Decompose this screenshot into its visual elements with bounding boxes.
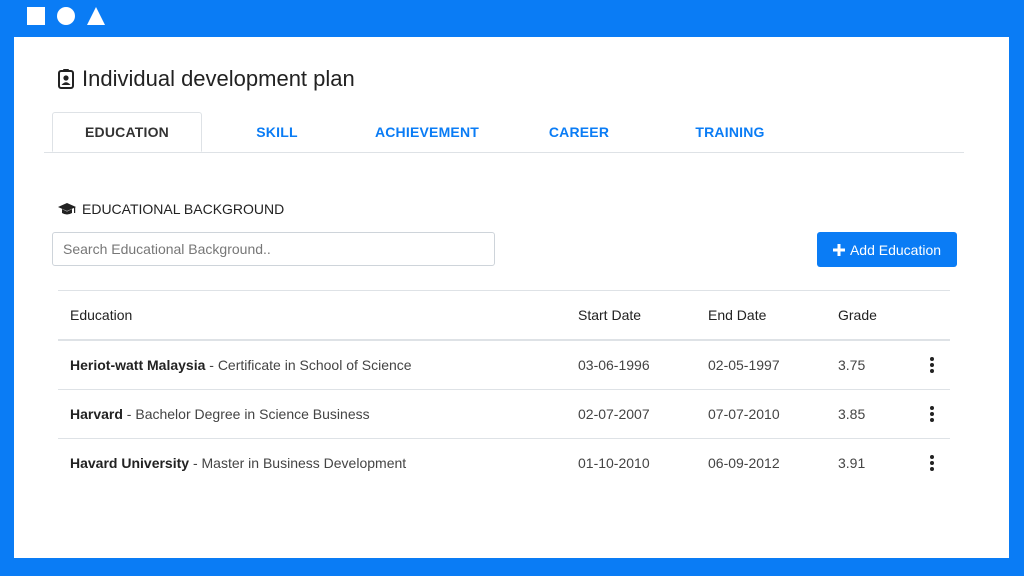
program-name: - Certificate in School of Science: [205, 357, 412, 373]
tab-education[interactable]: EDUCATION: [52, 112, 202, 152]
header-start-date: Start Date: [578, 307, 642, 323]
table-row: Harvard - Bachelor Degree in Science Bus…: [58, 390, 950, 439]
graduation-cap-icon: [58, 203, 76, 215]
end-date-cell: 06-09-2012: [708, 455, 780, 471]
institution-name: Heriot-watt Malaysia: [70, 357, 206, 373]
table-row: Havard University - Master in Business D…: [58, 439, 950, 487]
grade-cell: 3.85: [838, 406, 866, 422]
header-end-date: End Date: [708, 307, 767, 323]
start-date-cell: 02-07-2007: [578, 406, 650, 422]
program-name: - Bachelor Degree in Science Business: [122, 406, 370, 422]
top-bar: [0, 0, 1024, 37]
main-panel: Individual development plan EDUCATION SK…: [14, 37, 1009, 558]
add-education-button[interactable]: Add Education: [817, 232, 957, 267]
add-education-label: Add Education: [849, 241, 942, 258]
tab-bar: EDUCATION SKILL ACHIEVEMENT CAREER TRAIN…: [44, 112, 964, 153]
triangle-icon: [87, 7, 105, 25]
grade-cell: 3.91: [838, 455, 866, 471]
plus-icon: [832, 243, 845, 256]
header-grade: Grade: [838, 307, 877, 323]
more-vertical-icon: [930, 455, 934, 471]
tab-achievement[interactable]: ACHIEVEMENT: [352, 112, 502, 152]
page-title: Individual development plan: [58, 64, 355, 94]
header-education: Education: [70, 307, 133, 323]
end-date-cell: 07-07-2010: [708, 406, 780, 422]
circle-icon: [57, 7, 75, 25]
table-row: Heriot-watt Malaysia - Certificate in Sc…: [58, 341, 950, 390]
row-menu-button[interactable]: [922, 439, 942, 487]
institution-name: Havard University: [70, 455, 190, 471]
start-date-cell: 01-10-2010: [578, 455, 650, 471]
education-cell: Harvard - Bachelor Degree in Science Bus…: [70, 390, 370, 438]
id-badge-icon: [58, 69, 74, 89]
search-input[interactable]: [52, 232, 495, 266]
section-title: EDUCATIONAL BACKGROUND: [82, 201, 285, 217]
tab-training[interactable]: TRAINING: [655, 112, 805, 152]
tab-skill[interactable]: SKILL: [202, 112, 352, 152]
table-header-row: Education Start Date End Date Grade: [58, 291, 950, 341]
end-date-cell: 02-05-1997: [708, 357, 780, 373]
page-title-text: Individual development plan: [82, 66, 355, 91]
more-vertical-icon: [930, 357, 934, 373]
education-cell: Heriot-watt Malaysia - Certificate in Sc…: [70, 341, 412, 389]
row-menu-button[interactable]: [922, 341, 942, 389]
section-heading: EDUCATIONAL BACKGROUND: [58, 199, 284, 219]
program-name: - Master in Business Development: [189, 455, 407, 471]
institution-name: Harvard: [70, 406, 123, 422]
row-menu-button[interactable]: [922, 390, 942, 438]
grade-cell: 3.75: [838, 357, 866, 373]
more-vertical-icon: [930, 406, 934, 422]
education-cell: Havard University - Master in Business D…: [70, 439, 406, 487]
start-date-cell: 03-06-1996: [578, 357, 650, 373]
tab-career[interactable]: CAREER: [504, 112, 654, 152]
square-icon: [27, 7, 45, 25]
education-table: Education Start Date End Date Grade Heri…: [58, 290, 950, 487]
